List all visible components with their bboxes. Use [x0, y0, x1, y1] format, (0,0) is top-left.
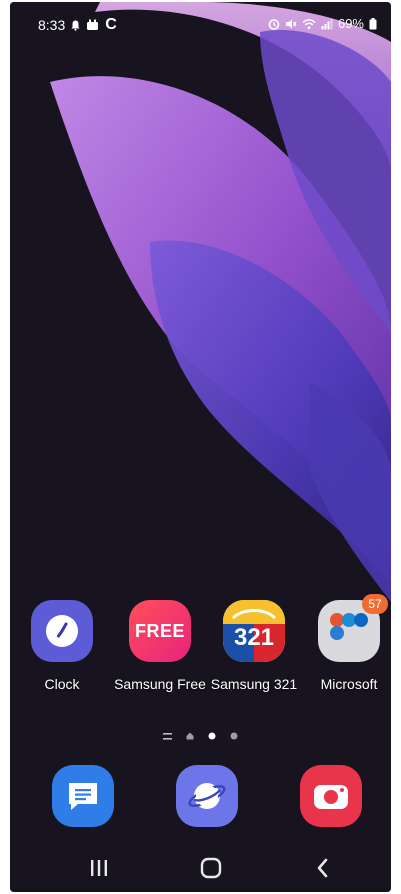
internet-icon[interactable]: [176, 765, 238, 827]
app-clock[interactable]: Clock: [14, 600, 110, 692]
app-label-samsung-321: Samsung 321: [210, 676, 298, 692]
signal-icon: [321, 18, 333, 29]
mute-icon: [285, 19, 297, 28]
home-icon[interactable]: [186, 852, 236, 884]
status-carrier-glyph: C: [105, 16, 117, 33]
folder-icon[interactable]: 57: [318, 594, 388, 662]
back-icon[interactable]: [298, 852, 348, 884]
messages-icon[interactable]: [52, 765, 114, 827]
page-dot-current: [208, 732, 216, 740]
app-notification-icon: [87, 19, 99, 30]
phone-screen: 8:33 C 69% Clock FREE Samsung Free 321 S…: [10, 2, 391, 892]
dock: [10, 765, 391, 833]
samsung-free-icon[interactable]: FREE: [129, 600, 191, 662]
samsung-free-icon-text: FREE: [134, 620, 185, 641]
home-page-indicator-icon: [186, 732, 194, 740]
camera-icon[interactable]: [300, 765, 362, 827]
samsung-321-icon[interactable]: 321: [223, 600, 285, 662]
battery-icon: [369, 17, 377, 29]
app-label-clock: Clock: [44, 676, 80, 692]
status-right: 69%: [268, 16, 377, 31]
status-bar: 8:33 C 69%: [10, 2, 391, 44]
status-time: 8:33: [38, 17, 66, 33]
app-label-samsung-free: Samsung Free: [114, 676, 206, 692]
app-microsoft-folder[interactable]: 57 Microsoft: [301, 594, 391, 692]
app-samsung-321[interactable]: 321 Samsung 321: [206, 600, 302, 692]
navigation-bar: [10, 842, 391, 892]
page-indicator[interactable]: [10, 730, 391, 742]
recent-apps-icon[interactable]: [74, 852, 124, 884]
status-left: 8:33 C: [38, 16, 117, 34]
page-list-icon: [163, 732, 172, 740]
battery-text: 69%: [337, 16, 364, 31]
folder-badge: 57: [362, 594, 388, 614]
clock-icon[interactable]: [31, 600, 93, 662]
wallpaper: [10, 2, 391, 892]
app-label-microsoft: Microsoft: [320, 676, 378, 692]
home-apps-row: Clock FREE Samsung Free 321 Samsung 321: [10, 594, 391, 700]
page-dot: [230, 732, 238, 740]
alarm-icon: [268, 18, 280, 30]
app-samsung-free[interactable]: FREE Samsung Free: [112, 600, 208, 692]
samsung-321-icon-text: 321: [233, 624, 275, 651]
notification-bell-icon: [71, 20, 80, 31]
wifi-icon: [302, 18, 316, 29]
